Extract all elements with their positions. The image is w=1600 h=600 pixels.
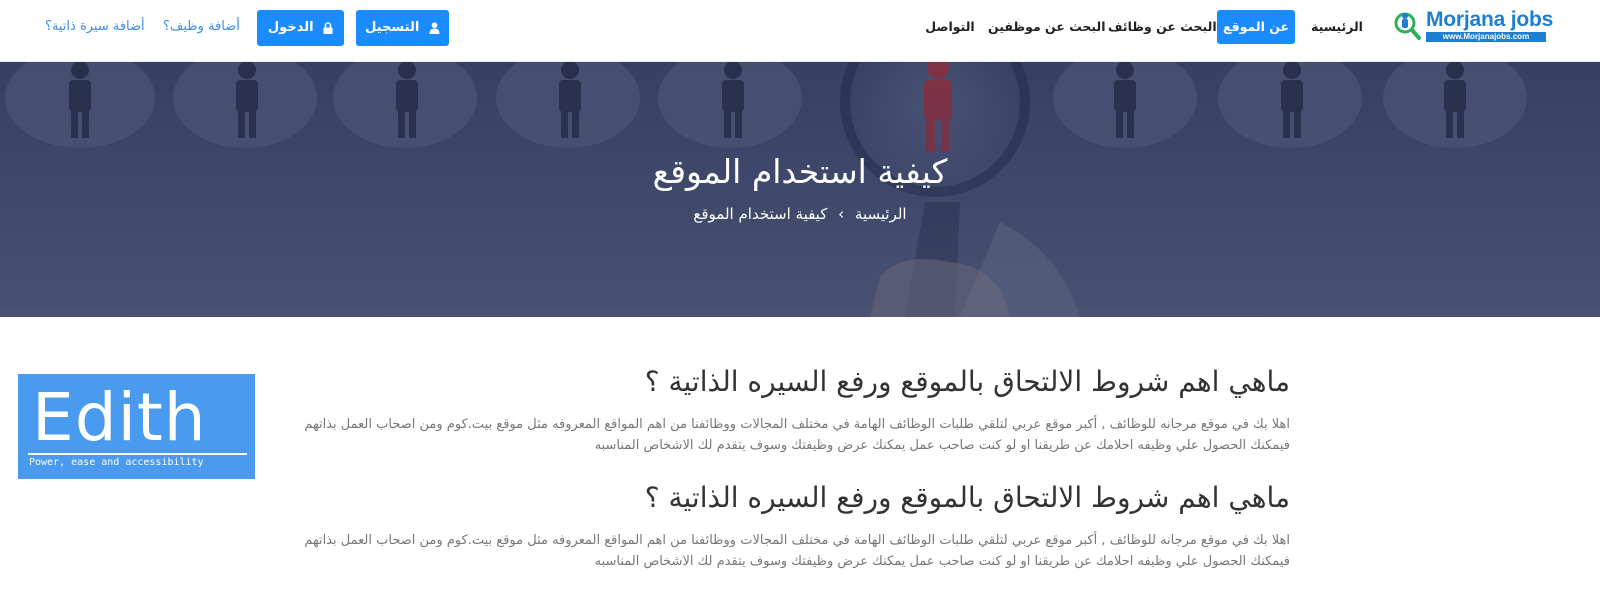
- register-button[interactable]: التسجيل: [356, 10, 449, 46]
- top-navbar: Morjana jobs www.Morjanajobs.com الرئيسي…: [0, 0, 1600, 62]
- section-heading: ماهي اهم شروط الالتحاق بالموقع ورفع السي…: [644, 365, 1290, 398]
- login-button[interactable]: الدخول: [257, 10, 344, 46]
- breadcrumb: الرئيسية › كيفية استخدام الموقع: [0, 202, 1600, 226]
- breadcrumb-home[interactable]: الرئيسية: [855, 202, 907, 226]
- logo-url: www.Morjanajobs.com: [1426, 32, 1546, 42]
- edith-divider: [28, 453, 247, 455]
- page-title: كيفية استخدام الموقع: [652, 152, 948, 191]
- hero-banner: كيفية استخدام الموقع الرئيسية › كيفية اس…: [0, 62, 1600, 317]
- edith-tagline: Power, ease and accessibility: [29, 457, 204, 468]
- add-job-link[interactable]: أضافة وظيف؟: [163, 16, 240, 38]
- section-body: اهلا بك في موقع مرجانه للوظائف , أكبر مو…: [304, 417, 1290, 453]
- edith-accessibility-widget[interactable]: Edith Power, ease and accessibility: [18, 374, 255, 479]
- breadcrumb-current: كيفية استخدام الموقع: [693, 205, 828, 223]
- edith-inner: Edith Power, ease and accessibility: [28, 380, 247, 470]
- user-icon: [429, 21, 440, 34]
- lock-icon: [323, 21, 333, 34]
- nav-home[interactable]: الرئيسية: [1300, 10, 1374, 44]
- edith-logo-word: Edith: [32, 379, 207, 456]
- site-logo[interactable]: Morjana jobs www.Morjanajobs.com: [1392, 8, 1554, 46]
- article-section-1: ماهي اهم شروط الالتحاق بالموقع ورفع السي…: [290, 362, 1290, 456]
- nav-about[interactable]: عن الموقع: [1217, 10, 1295, 44]
- register-label: التسجيل: [365, 20, 420, 35]
- section-heading: ماهي اهم شروط الالتحاق بالموقع ورفع السي…: [644, 481, 1290, 514]
- login-label: الدخول: [267, 20, 314, 35]
- section-body: اهلا بك في موقع مرجانه للوظائف , أكبر مو…: [304, 533, 1290, 569]
- magnifier-person-icon: [1394, 12, 1421, 40]
- article-section-2: ماهي اهم شروط الالتحاق بالموقع ورفع السي…: [290, 478, 1290, 572]
- nav-search-jobs[interactable]: البحث عن وظائف: [1108, 10, 1217, 44]
- nav-search-employees[interactable]: البحث عن موظفين: [988, 10, 1106, 44]
- nav-contact[interactable]: التواصل: [920, 10, 980, 44]
- breadcrumb-separator: ›: [838, 205, 845, 223]
- add-cv-link[interactable]: أضافة سيرة ذاتية؟: [45, 16, 145, 38]
- logo-text: Morjana jobs: [1426, 8, 1554, 31]
